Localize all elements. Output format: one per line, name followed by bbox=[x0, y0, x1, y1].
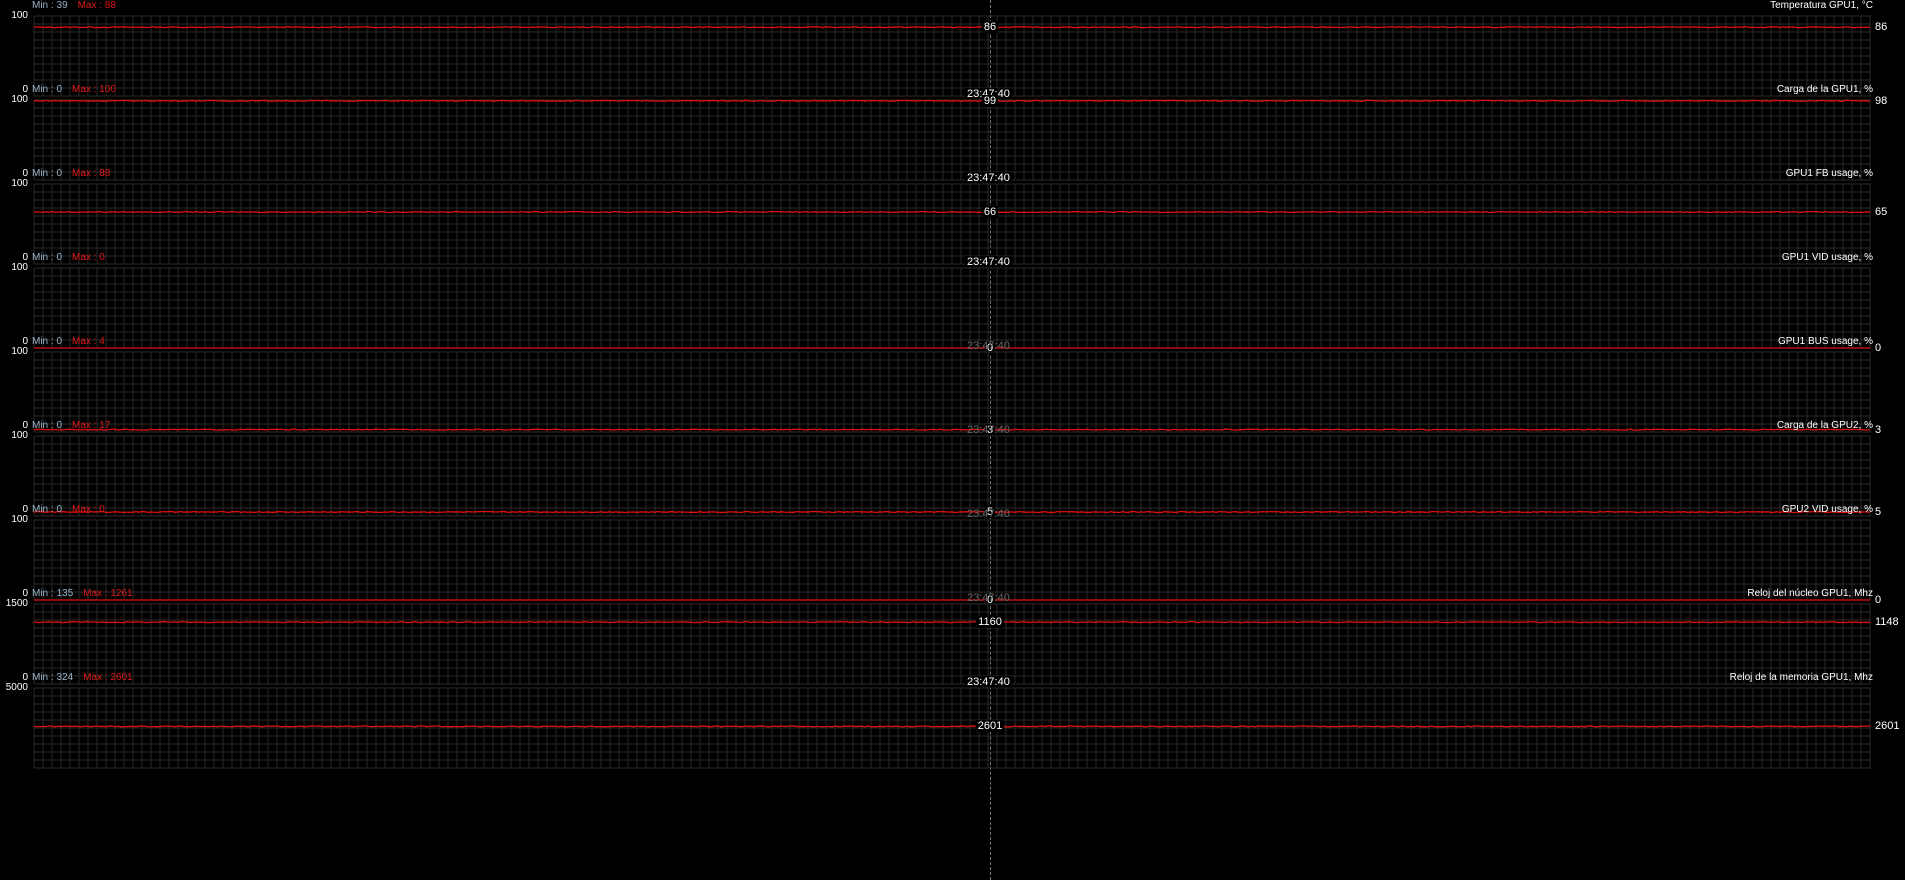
graph-panel[interactable]: Min : 324 Max : 2601 Reloj de la memoria … bbox=[0, 672, 1905, 774]
graph-title: Carga de la GPU1, % bbox=[1776, 84, 1873, 95]
graph-title: GPU1 VID usage, % bbox=[1781, 252, 1873, 263]
hardware-monitor-graphs: Min : 39 Max : 88 Temperatura GPU1, °C 10… bbox=[0, 0, 1905, 880]
min-value: Min : 135 bbox=[32, 588, 74, 599]
graph-canvas bbox=[33, 687, 1871, 769]
y-axis-max-label: 1500 bbox=[5, 598, 28, 609]
cursor-value: 66 bbox=[981, 206, 999, 218]
min-value: Min : 0 bbox=[32, 168, 63, 179]
graph-title: Reloj del núcleo GPU1, Mhz bbox=[1747, 588, 1873, 599]
min-value: Min : 0 bbox=[32, 252, 63, 263]
min-value: Min : 0 bbox=[32, 504, 63, 515]
min-max-label: Min : 0 Max : 88 bbox=[32, 168, 110, 180]
y-axis-max-label: 100 bbox=[11, 262, 28, 273]
grid bbox=[33, 687, 1871, 769]
max-value: Max : 0 bbox=[72, 252, 105, 263]
cursor-value: 1160 bbox=[976, 616, 1004, 629]
max-value: Max : 1261 bbox=[83, 588, 133, 599]
cursor-value: 86 bbox=[981, 21, 999, 34]
graph-title: Temperatura GPU1, °C bbox=[1770, 0, 1873, 11]
graph-title: Reloj de la memoria GPU1, Mhz bbox=[1729, 672, 1873, 683]
y-axis-max-label: 100 bbox=[11, 94, 28, 105]
current-value: 98 bbox=[1875, 94, 1888, 107]
min-value: Min : 324 bbox=[32, 672, 74, 683]
y-axis-max-label: 100 bbox=[11, 514, 28, 525]
min-value: Min : 0 bbox=[32, 84, 63, 95]
min-max-label: Min : 0 Max : 4 bbox=[32, 336, 105, 348]
max-value: Max : 0 bbox=[72, 504, 105, 515]
current-value: 86 bbox=[1875, 21, 1888, 34]
data-trace bbox=[33, 26, 1871, 29]
graph-title: GPU2 VID usage, % bbox=[1781, 504, 1873, 515]
min-max-label: Min : 39 Max : 88 bbox=[32, 0, 116, 12]
y-axis-max-label: 100 bbox=[11, 430, 28, 441]
min-max-label: Min : 0 Max : 100 bbox=[32, 84, 116, 96]
data-trace bbox=[33, 725, 1871, 728]
min-max-label: Min : 0 Max : 0 bbox=[32, 252, 105, 264]
data-trace bbox=[33, 210, 1871, 214]
current-value: 2601 bbox=[1875, 720, 1900, 733]
cursor-value: 99 bbox=[981, 94, 999, 107]
max-value: Max : 17 bbox=[72, 420, 111, 431]
data-trace bbox=[33, 99, 1871, 102]
y-axis-max-label: 5000 bbox=[5, 682, 28, 693]
min-value: Min : 39 bbox=[32, 0, 68, 11]
min-value: Min : 0 bbox=[32, 420, 63, 431]
graph-title: GPU1 BUS usage, % bbox=[1777, 336, 1873, 347]
max-value: Max : 88 bbox=[72, 168, 111, 179]
min-max-label: Min : 0 Max : 0 bbox=[32, 504, 105, 516]
min-value: Min : 0 bbox=[32, 336, 63, 347]
y-axis-max-label: 100 bbox=[11, 10, 28, 21]
min-max-label: Min : 135 Max : 1261 bbox=[32, 588, 133, 600]
max-value: Max : 100 bbox=[72, 84, 116, 95]
graph-title: Carga de la GPU2, % bbox=[1776, 420, 1873, 431]
y-axis-max-label: 100 bbox=[11, 346, 28, 357]
min-max-label: Min : 324 Max : 2601 bbox=[32, 672, 133, 684]
max-value: Max : 2601 bbox=[83, 672, 133, 683]
graph-title: GPU1 FB usage, % bbox=[1785, 168, 1873, 179]
graph-plot-area[interactable] bbox=[33, 687, 1871, 769]
current-value: 1148 bbox=[1875, 616, 1899, 629]
y-axis-max-label: 100 bbox=[11, 178, 28, 189]
cursor-value: 2601 bbox=[975, 720, 1005, 733]
max-value: Max : 4 bbox=[72, 336, 105, 347]
current-value: 65 bbox=[1875, 206, 1888, 218]
min-max-label: Min : 0 Max : 17 bbox=[32, 420, 110, 432]
max-value: Max : 88 bbox=[77, 0, 116, 11]
